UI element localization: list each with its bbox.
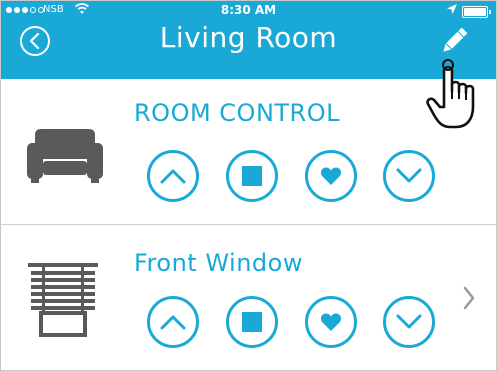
up-button[interactable] [147,150,199,202]
stop-icon [242,166,262,186]
chevron-up-icon [160,169,186,184]
heart-icon [320,313,342,331]
room-control-section: ROOM CONTROL [1,79,496,224]
front-window-section[interactable]: Front Window [1,224,496,370]
status-time: 8:30 AM [220,3,277,17]
header-bar: NSB 8:30 AM Living Room [1,1,496,79]
heart-icon [320,167,342,185]
section-title: ROOM CONTROL [134,99,340,127]
chevron-up-icon [160,315,186,330]
chevron-down-icon [396,168,422,183]
stop-button[interactable] [226,296,278,348]
battery-icon [462,6,491,18]
up-button[interactable] [147,296,199,348]
location-arrow-icon [447,4,457,17]
pencil-icon [443,27,468,52]
down-button[interactable] [383,150,435,202]
armchair-icon [27,127,103,187]
app-screen: NSB 8:30 AM Living Room ROOM CONTROL Fro… [0,0,497,371]
page-title: Living Room [159,21,338,54]
section-title: Front Window [134,249,303,277]
favorite-button[interactable] [305,150,357,202]
window-blind-icon [28,263,98,343]
down-button[interactable] [383,296,435,348]
stop-button[interactable] [226,150,278,202]
chevron-right-icon[interactable] [462,286,476,314]
favorite-button[interactable] [305,296,357,348]
tap-gesture-icon [424,55,480,135]
stop-icon [242,312,262,332]
chevron-down-icon [396,314,422,329]
status-bar: NSB 8:30 AM [1,1,496,21]
